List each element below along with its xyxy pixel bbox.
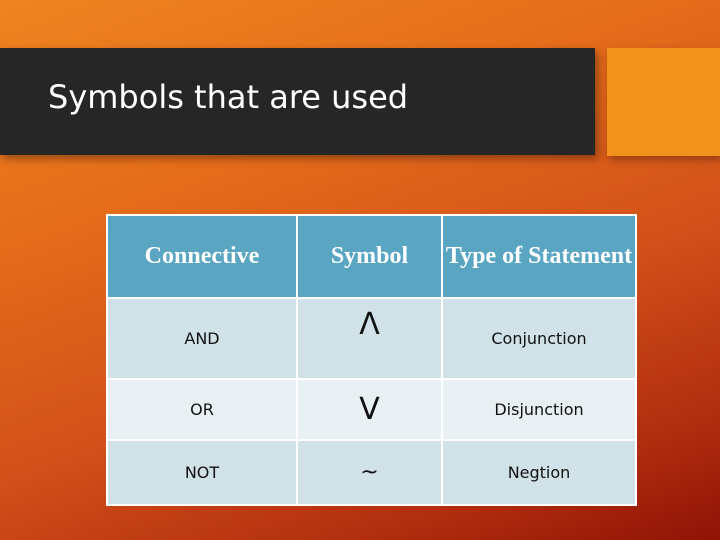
not-symbol-icon: ~ bbox=[360, 459, 379, 485]
table-header-row: Connective Symbol Type of Statement bbox=[108, 216, 635, 297]
cell-symbol: Λ bbox=[298, 299, 441, 378]
table-row: NOT ~ Negtion bbox=[108, 441, 635, 504]
table-row: OR V Disjunction bbox=[108, 380, 635, 439]
header-type-of-statement: Type of Statement bbox=[443, 216, 635, 297]
cell-type: Negtion bbox=[443, 441, 635, 504]
and-symbol-icon: Λ bbox=[359, 306, 380, 342]
header-connective: Connective bbox=[108, 216, 296, 297]
table-row: AND Λ Conjunction bbox=[108, 299, 635, 378]
cell-symbol: ~ bbox=[298, 441, 441, 504]
cell-connective: NOT bbox=[108, 441, 296, 504]
cell-type: Disjunction bbox=[443, 380, 635, 439]
cell-connective: AND bbox=[108, 299, 296, 378]
or-symbol-icon: V bbox=[359, 391, 380, 427]
header-symbol: Symbol bbox=[298, 216, 441, 297]
cell-type: Conjunction bbox=[443, 299, 635, 378]
slide-title: Symbols that are used bbox=[48, 78, 409, 116]
title-bar: Symbols that are used bbox=[0, 48, 595, 155]
connectives-table: Connective Symbol Type of Statement AND … bbox=[106, 214, 637, 506]
cell-connective: OR bbox=[108, 380, 296, 439]
cell-symbol: V bbox=[298, 380, 441, 439]
accent-box bbox=[607, 48, 720, 156]
